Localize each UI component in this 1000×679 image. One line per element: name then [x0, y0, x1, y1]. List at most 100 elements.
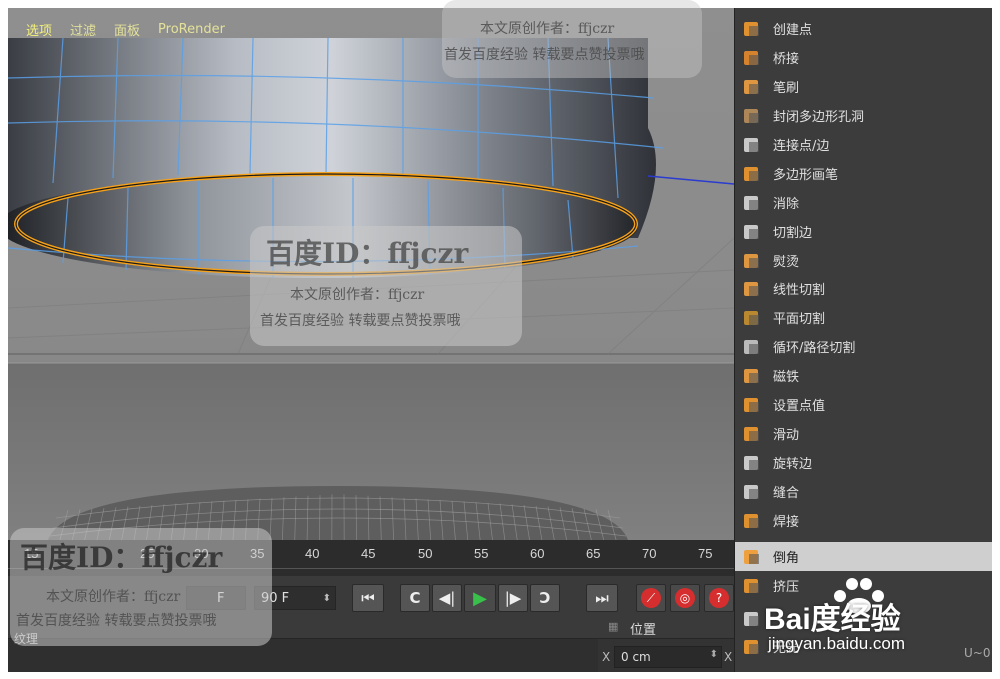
tick-label: 70 — [642, 546, 657, 561]
menu-item-cut-edges[interactable]: 切割边 — [735, 217, 992, 246]
previous-frame-button[interactable]: ◀| — [432, 584, 462, 612]
menu-item-label: 设置点值 — [773, 399, 826, 414]
play-icon: ▶ — [473, 587, 487, 609]
next-frame-icon: |▶ — [504, 589, 522, 607]
menu-item-close-hole[interactable]: 封闭多边形孔洞 — [735, 101, 992, 130]
menu-item-magnet[interactable]: 磁铁 — [735, 361, 992, 390]
menu-item-label: 磁铁 — [773, 370, 800, 385]
polygon-pen-icon — [741, 163, 763, 185]
watermark-top: 本文原创作者：ffjczr 首发百度经验 转载要点赞投票哦 — [442, 0, 702, 78]
coord-x-value: 0 cm — [621, 650, 651, 664]
menu-item-label: 连接点/边 — [773, 139, 830, 154]
extrude-icon — [741, 575, 763, 597]
help-key-icon: ? — [709, 588, 729, 608]
spin-edge-icon — [741, 452, 763, 474]
create-point-icon — [741, 18, 763, 40]
cut-edges-icon — [741, 221, 763, 243]
watermark-author: 本文原创作者：ffjczr — [480, 21, 615, 37]
menu-item-label: 封闭多边形孔洞 — [773, 110, 865, 125]
magnet-icon — [741, 365, 763, 387]
menu-item-stitch[interactable]: 缝合 — [735, 477, 992, 506]
weld-icon — [741, 510, 763, 532]
matrix-extrude-icon — [741, 636, 763, 658]
menu-item-label: 平面切割 — [773, 312, 826, 327]
bevel-icon — [741, 546, 763, 568]
auto-key-button[interactable]: ◎ — [670, 584, 700, 612]
go-to-start-icon: ⏮ — [361, 589, 375, 607]
coord-axis-label: X — [602, 650, 611, 664]
tick-label: 45 — [361, 546, 376, 561]
menu-item-weld[interactable]: 焊接 — [735, 506, 992, 535]
menu-item-label: 切割边 — [773, 226, 813, 241]
dissolve-icon — [741, 192, 763, 214]
baidu-logo-text: Bai度经验 — [764, 603, 901, 636]
menu-item-bridge[interactable]: 桥接 — [735, 43, 992, 72]
menu-item-line-cut[interactable]: 线性切割 — [735, 274, 992, 303]
record-key-button[interactable]: ⟋ — [636, 584, 666, 612]
menu-item-label: 循环/路径切割 — [773, 341, 856, 356]
watermark-publish: 首发百度经验 转载要点赞投票哦 — [16, 613, 217, 629]
menu-item-bevel[interactable]: 倒角 — [735, 542, 992, 571]
previous-frame-icon: ◀| — [438, 589, 456, 607]
menu-item-label: 笔刷 — [773, 81, 800, 96]
connect-icon — [741, 134, 763, 156]
bridge-icon — [741, 47, 763, 69]
menu-item-iron[interactable]: 熨烫 — [735, 246, 992, 275]
menu-item-create-point[interactable]: 创建点 — [735, 14, 992, 43]
coord-x-field[interactable]: 0 cm ⬍ — [614, 646, 722, 668]
menu-options[interactable]: 选项 — [26, 20, 52, 39]
loop-cut-icon — [741, 336, 763, 358]
menu-item-plane-cut[interactable]: 平面切割 — [735, 303, 992, 332]
menu-item-loop-cut[interactable]: 循环/路径切割 — [735, 332, 992, 361]
stitch-icon — [741, 481, 763, 503]
go-to-end-button[interactable]: ⏭ — [586, 584, 618, 612]
grip-icon: ▦ — [608, 620, 619, 633]
go-to-start-button[interactable]: ⏮ — [352, 584, 384, 612]
tick-label: 60 — [530, 546, 545, 561]
stepper-icon[interactable]: ⬍ — [710, 649, 718, 660]
menu-item-label: 缝合 — [773, 486, 800, 501]
menu-prorender[interactable]: ProRender — [158, 22, 225, 37]
menu-item-label: 熨烫 — [773, 255, 800, 270]
menu-item-dissolve[interactable]: 消除 — [735, 188, 992, 217]
next-key-icon: Ↄ — [539, 589, 551, 607]
menu-item-set-point-value[interactable]: 设置点值 — [735, 390, 992, 419]
watermark-baidu-id: 百度ID：ffjczr — [266, 237, 469, 270]
next-key-button[interactable]: Ↄ — [530, 584, 560, 612]
coords-position-header: 位置 — [630, 623, 657, 638]
menu-item-label: 滑动 — [773, 428, 800, 443]
baidu-url: jingyan.baidu.com — [768, 634, 906, 653]
menu-item-connect[interactable]: 连接点/边 — [735, 130, 992, 159]
menu-item-label: 多边形画笔 — [773, 168, 839, 183]
iron-icon — [741, 250, 763, 272]
plane-cut-icon — [741, 307, 763, 329]
tick-label: 75 — [698, 546, 713, 561]
tick-label: 65 — [586, 546, 601, 561]
tick-label: 40 — [305, 546, 320, 561]
menu-item-polygon-pen[interactable]: 多边形画笔 — [735, 159, 992, 188]
play-button[interactable]: ▶ — [464, 584, 496, 612]
watermark-publish: 首发百度经验 转载要点赞投票哦 — [444, 47, 645, 63]
watermark-author: 本文原创作者：ffjczr — [46, 589, 181, 605]
help-key-button[interactable]: ? — [704, 584, 734, 612]
mesh-tools-menu: 创建点桥接笔刷封闭多边形孔洞 连接点/边多边形画笔消除切割边熨烫线性切割平面切割循… — [734, 8, 992, 672]
menu-item-label: 消除 — [773, 197, 800, 212]
previous-key-button[interactable]: C — [400, 584, 430, 612]
line-cut-icon — [741, 278, 763, 300]
viewport-menubar: 选项 过滤 面板 ProRender — [8, 16, 225, 42]
set-point-value-icon — [741, 394, 763, 416]
menu-item-slide[interactable]: 滑动 — [735, 419, 992, 448]
watermark-author: 本文原创作者：ffjczr — [290, 287, 425, 303]
next-frame-button[interactable]: |▶ — [498, 584, 528, 612]
watermark-baidu-id: 百度ID：ffjczr — [20, 541, 223, 574]
menu-item-brush[interactable]: 笔刷 — [735, 72, 992, 101]
tick-label: 50 — [418, 546, 433, 561]
menu-filter[interactable]: 过滤 — [70, 20, 96, 39]
menu-panel[interactable]: 面板 — [114, 20, 140, 39]
stepper-icon[interactable]: ⬍ — [323, 587, 331, 611]
tick-label: 55 — [474, 546, 489, 561]
menu-item-label: 倒角 — [773, 551, 800, 566]
brush-icon — [741, 76, 763, 98]
menu-item-spin-edge[interactable]: 旋转边 — [735, 448, 992, 477]
menu-item-label: 创建点 — [773, 23, 813, 38]
